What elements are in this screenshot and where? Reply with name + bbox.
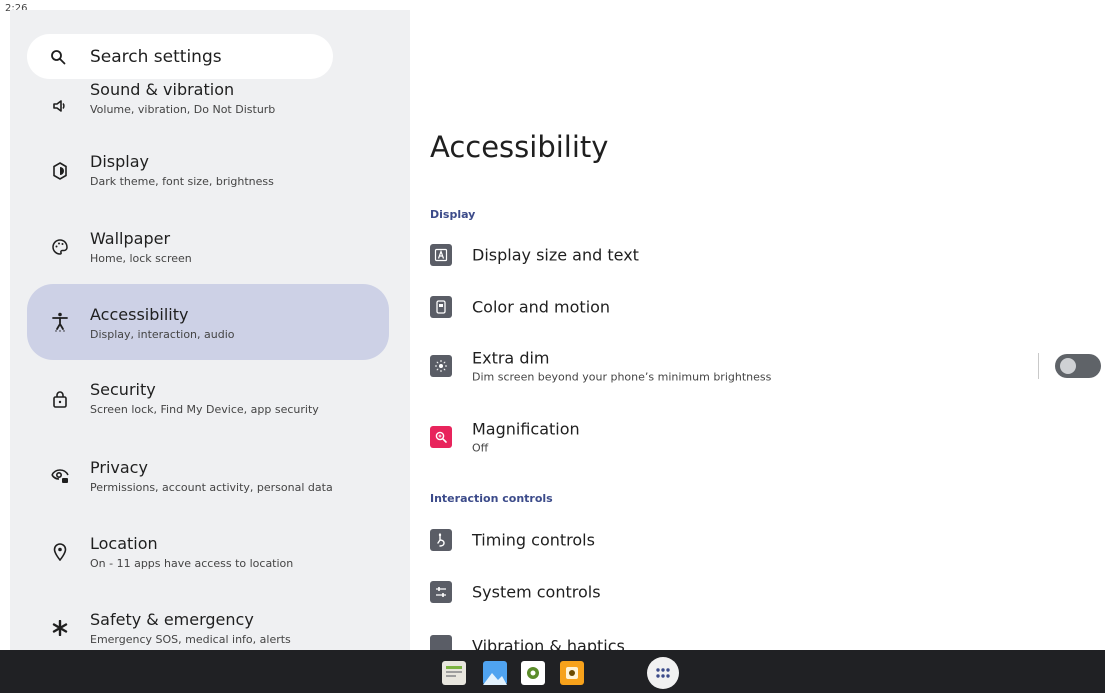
magnification-item[interactable]: Magnification Off <box>430 417 1102 457</box>
sidebar-item-location[interactable]: Location On - 11 apps have access to loc… <box>27 514 389 590</box>
row-title: Timing controls <box>472 530 595 550</box>
display-size-and-text-item[interactable]: Display size and text <box>430 235 1102 275</box>
extra-dim-toggle[interactable] <box>1055 354 1101 378</box>
sidebar-item-subtitle: Display, interaction, audio <box>90 328 235 341</box>
sidebar-item-privacy[interactable]: Privacy Permissions, account activity, p… <box>27 438 389 514</box>
row-title: System controls <box>472 582 601 602</box>
lock-icon <box>51 390 69 408</box>
system-controls-item[interactable]: System controls <box>430 572 1102 612</box>
sidebar-item-security[interactable]: Security Screen lock, Find My Device, ap… <box>27 361 389 437</box>
row-title: Vibration & haptics <box>472 636 625 651</box>
files-app-icon[interactable] <box>442 661 466 685</box>
sidebar-item-title: Location <box>90 534 158 553</box>
gallery-app-icon[interactable] <box>483 661 507 685</box>
sidebar-item-accessibility[interactable]: Accessibility Display, interaction, audi… <box>27 284 389 360</box>
app-drawer-icon[interactable] <box>647 657 679 689</box>
asterisk-icon <box>51 619 69 637</box>
sidebar-item-wallpaper[interactable]: Wallpaper Home, lock screen <box>27 209 389 285</box>
sidebar-item-subtitle: On - 11 apps have access to location <box>90 557 294 570</box>
sidebar-item-subtitle: Emergency SOS, medical info, alerts <box>90 633 291 646</box>
sidebar-item-title: Security <box>90 380 156 399</box>
volume-icon <box>51 97 69 115</box>
timing-icon <box>430 529 452 551</box>
search-settings-bar[interactable]: Search settings <box>27 34 333 79</box>
row-title: Magnification <box>472 419 580 439</box>
camera-app-icon[interactable] <box>560 661 584 685</box>
sidebar-item-title: Safety & emergency <box>90 610 254 629</box>
accessibility-icon <box>51 312 69 332</box>
taskbar <box>0 650 1105 693</box>
color-motion-icon <box>430 296 452 318</box>
sidebar-item-safety-emergency[interactable]: Safety & emergency Emergency SOS, medica… <box>27 590 389 650</box>
vibration-icon <box>430 635 452 650</box>
accessibility-detail-pane: Accessibility Display Display size and t… <box>410 10 1105 650</box>
row-title: Display size and text <box>472 245 639 265</box>
extra-dim-icon <box>430 355 452 377</box>
sidebar-item-subtitle: Dark theme, font size, brightness <box>90 175 274 188</box>
search-icon <box>51 49 66 64</box>
sidebar-item-title: Sound & vibration <box>90 80 235 99</box>
row-subtitle: Dim screen beyond your phone’s minimum b… <box>472 370 772 384</box>
section-label-display: Display <box>430 208 476 221</box>
palette-icon <box>51 238 69 256</box>
settings-app-icon[interactable] <box>521 661 545 685</box>
sidebar-item-title: Accessibility <box>90 305 189 324</box>
sliders-icon <box>430 581 452 603</box>
row-subtitle: Off <box>472 441 489 455</box>
sidebar-item-title: Wallpaper <box>90 229 171 248</box>
search-input[interactable]: Search settings <box>90 47 222 67</box>
toggle-knob <box>1060 358 1076 374</box>
location-pin-icon <box>51 543 69 561</box>
sidebar-item-title: Privacy <box>90 458 148 477</box>
privacy-eye-icon <box>51 467 69 485</box>
toggle-divider <box>1038 353 1039 379</box>
settings-sidebar: Search settings Sound & vibration Volume… <box>10 10 410 650</box>
sidebar-item-subtitle: Screen lock, Find My Device, app securit… <box>90 403 319 416</box>
timing-controls-item[interactable]: Timing controls <box>430 520 1102 560</box>
sidebar-item-display[interactable]: Display Dark theme, font size, brightnes… <box>27 133 389 209</box>
text-size-icon <box>430 244 452 266</box>
color-and-motion-item[interactable]: Color and motion <box>430 287 1102 327</box>
sidebar-item-subtitle: Volume, vibration, Do Not Disturb <box>90 103 276 116</box>
section-label-interaction-controls: Interaction controls <box>430 492 553 505</box>
row-title: Color and motion <box>472 297 611 317</box>
extra-dim-item[interactable]: Extra dim Dim screen beyond your phone’s… <box>430 346 1102 386</box>
magnify-icon <box>430 426 452 448</box>
brightness-icon <box>51 162 69 180</box>
row-title: Extra dim <box>472 348 550 368</box>
page-title: Accessibility <box>430 130 609 164</box>
sidebar-item-subtitle: Home, lock screen <box>90 252 192 265</box>
sidebar-item-subtitle: Permissions, account activity, personal … <box>90 481 333 494</box>
sidebar-item-title: Display <box>90 152 149 171</box>
vibration-haptics-item[interactable]: Vibration & haptics <box>430 626 1102 650</box>
